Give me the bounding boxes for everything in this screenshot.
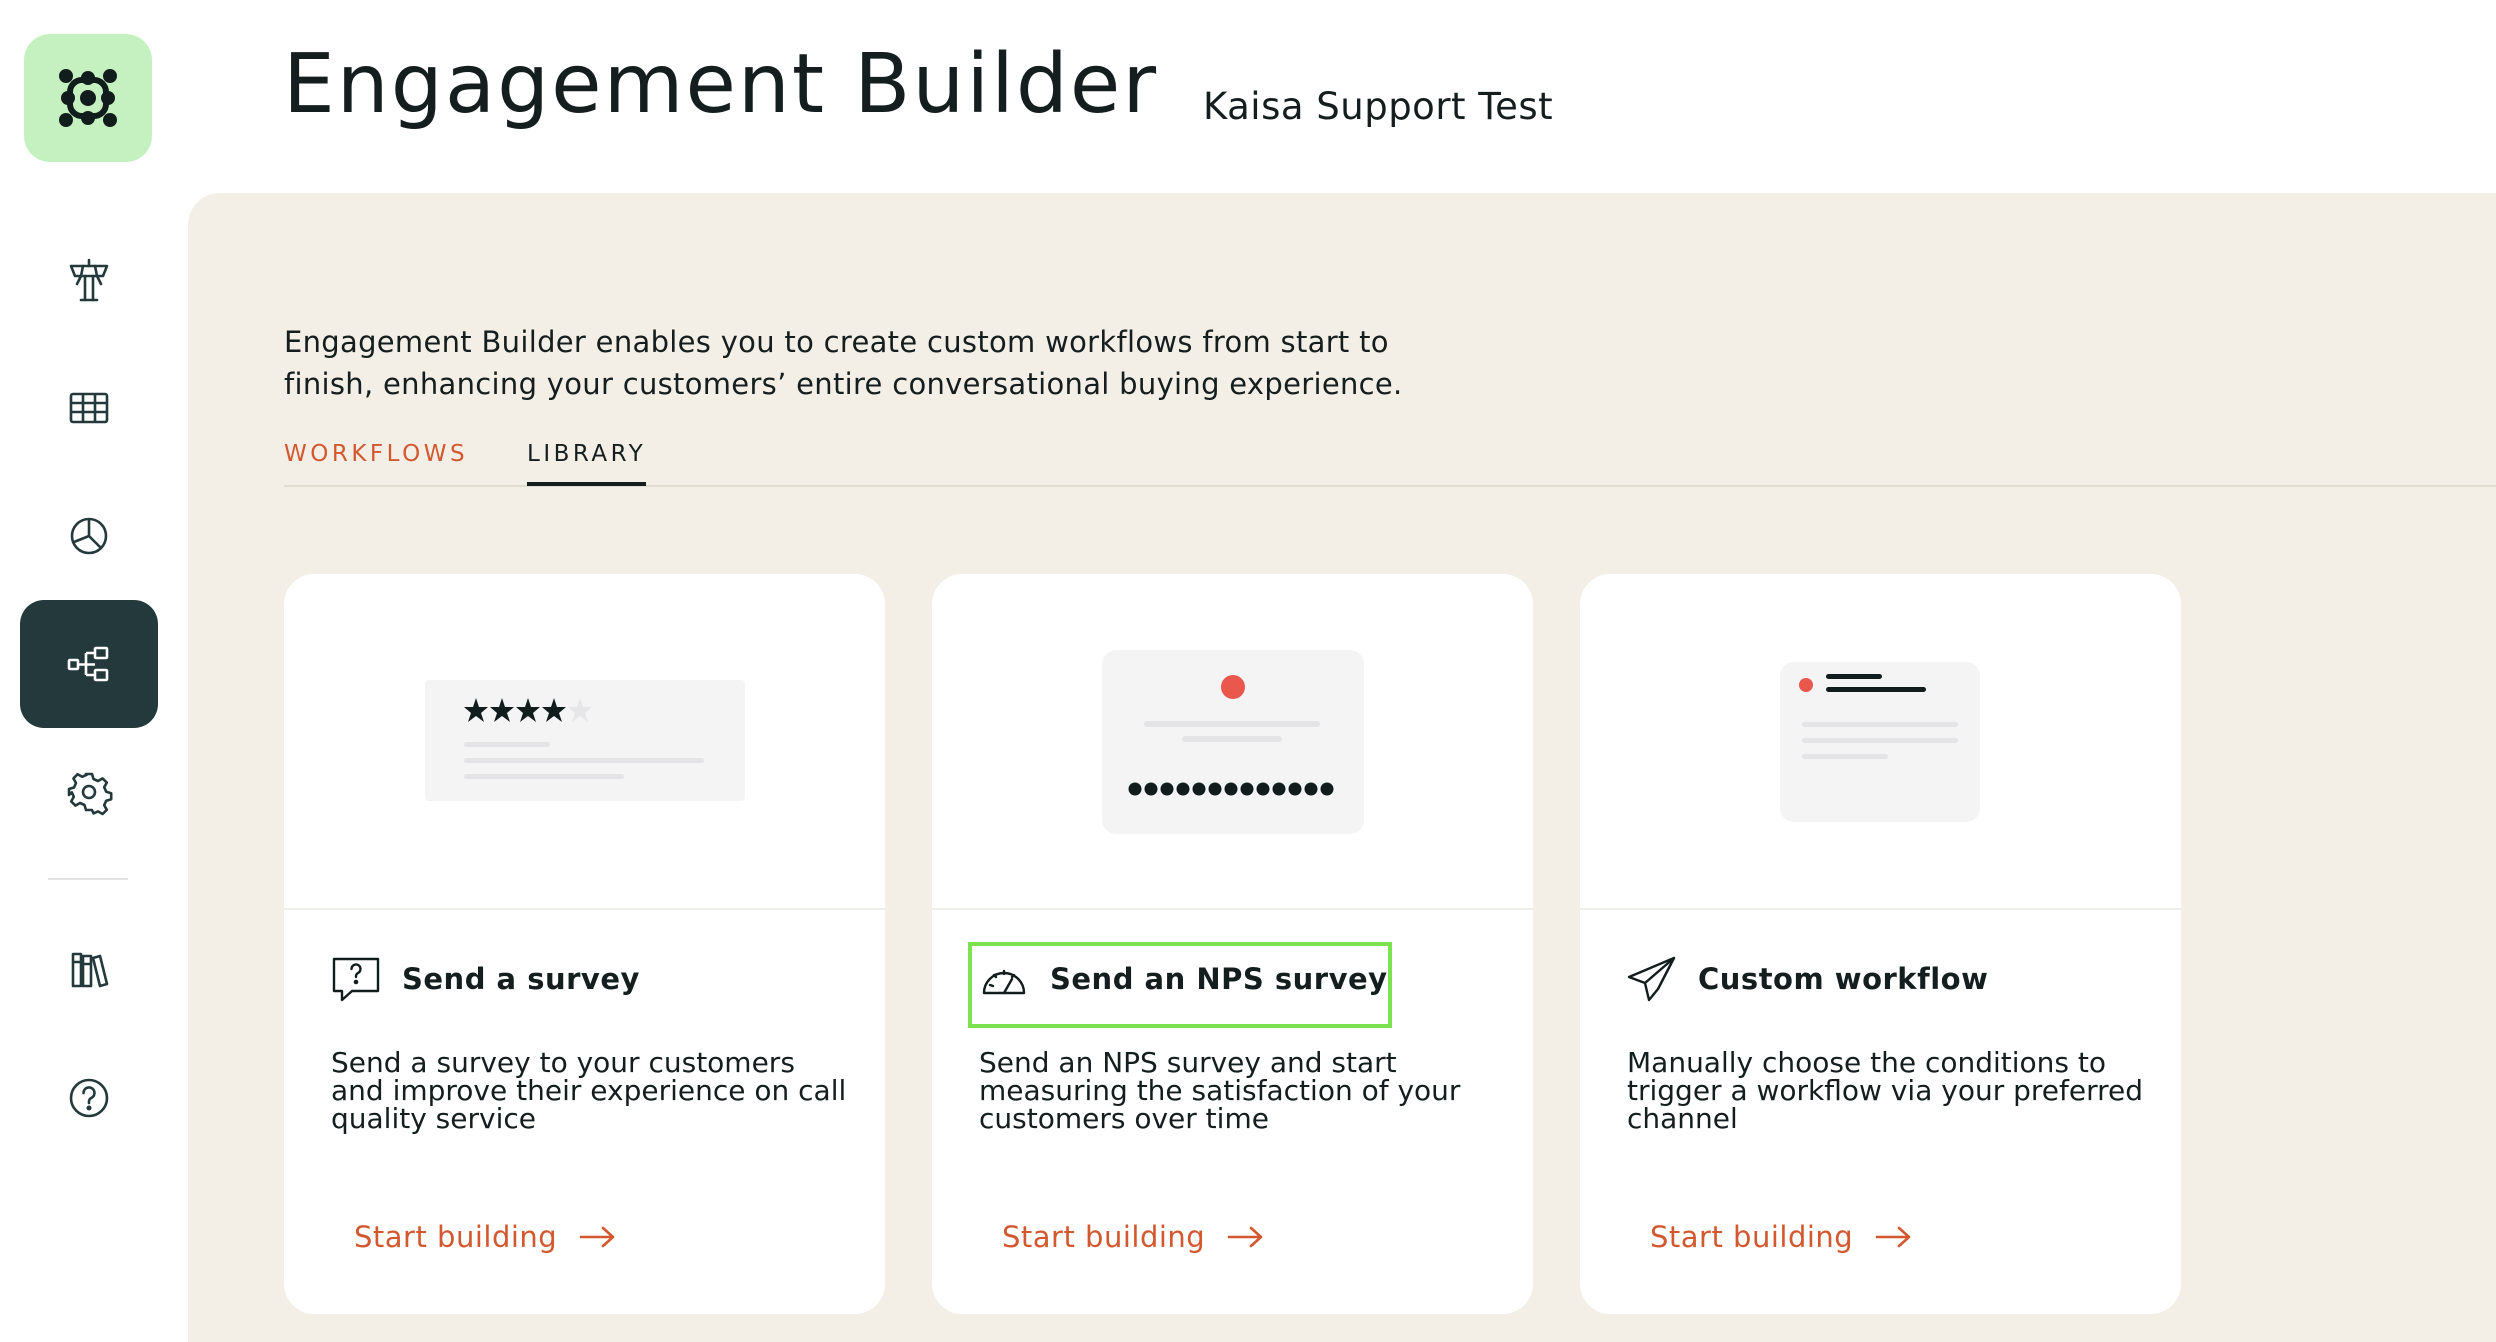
nav-control-tower[interactable]: [20, 216, 158, 344]
help-icon: [69, 1078, 109, 1118]
cta-label: Start building: [1650, 1220, 1854, 1254]
app-logo[interactable]: [24, 34, 152, 162]
survey-illustration: [284, 574, 885, 910]
start-building-link[interactable]: Start building: [1002, 1220, 1265, 1254]
logo-icon: [59, 69, 117, 127]
control-tower-icon: [69, 258, 109, 302]
sidebar: [0, 0, 180, 1342]
main-panel: Engagement Builder enables you to create…: [188, 193, 2496, 1342]
tab-bar: WORKFLOWS LIBRARY: [284, 443, 2496, 487]
nav-tables[interactable]: [20, 344, 158, 472]
card-title-row: Send a survey: [330, 954, 640, 1004]
nav-library[interactable]: [20, 906, 158, 1034]
custom-workflow-illustration: [1580, 574, 2181, 910]
card-description: Send a survey to your customers and impr…: [331, 1046, 847, 1135]
cta-label: Start building: [354, 1220, 558, 1254]
card-send-survey[interactable]: Send a survey Send a survey to your cust…: [284, 574, 885, 1314]
card-custom-workflow[interactable]: Custom workflow Manually choose the cond…: [1580, 574, 2181, 1314]
nav-analytics[interactable]: [20, 472, 158, 600]
workspace-name: Kaisa Support Test: [1203, 85, 1554, 128]
card-title-row: Send an NPS survey: [978, 954, 1388, 1004]
card-send-nps-survey[interactable]: Send an NPS survey Send an NPS survey an…: [932, 574, 1533, 1314]
books-icon: [71, 952, 109, 988]
card-title-row: Custom workflow: [1626, 954, 1988, 1004]
intro-text: Engagement Builder enables you to create…: [284, 325, 1403, 401]
card-title: Send an NPS survey: [1050, 962, 1388, 996]
paper-plane-icon: [1627, 956, 1676, 1002]
nav-engagement-builder[interactable]: [20, 600, 158, 728]
gauge-icon: [982, 969, 1026, 995]
pie-chart-icon: [70, 517, 108, 555]
card-description: Send an NPS survey and start measuring t…: [979, 1046, 1461, 1135]
card-description: Manually choose the conditions to trigge…: [1627, 1046, 2144, 1135]
card-title: Custom workflow: [1698, 962, 1989, 996]
card-title: Send a survey: [402, 962, 640, 996]
workflow-icon: [67, 646, 109, 682]
tab-workflows[interactable]: WORKFLOWS: [284, 443, 468, 484]
cta-label: Start building: [1002, 1220, 1206, 1254]
start-building-link[interactable]: Start building: [354, 1220, 617, 1254]
start-building-link[interactable]: Start building: [1650, 1220, 1913, 1254]
nav-help[interactable]: [20, 1034, 158, 1162]
gear-icon: [67, 772, 113, 816]
table-grid-icon: [69, 392, 109, 424]
arrow-right-icon: [1875, 1226, 1911, 1248]
nps-illustration: [932, 574, 1533, 910]
tab-library[interactable]: LIBRARY: [527, 443, 647, 486]
nav-divider: [48, 878, 128, 880]
nav-settings[interactable]: [20, 728, 158, 856]
arrow-right-icon: [1227, 1226, 1263, 1248]
page-title: Engagement Builder: [283, 37, 1159, 132]
survey-question-icon: [332, 957, 380, 1002]
arrow-right-icon: [579, 1226, 615, 1248]
